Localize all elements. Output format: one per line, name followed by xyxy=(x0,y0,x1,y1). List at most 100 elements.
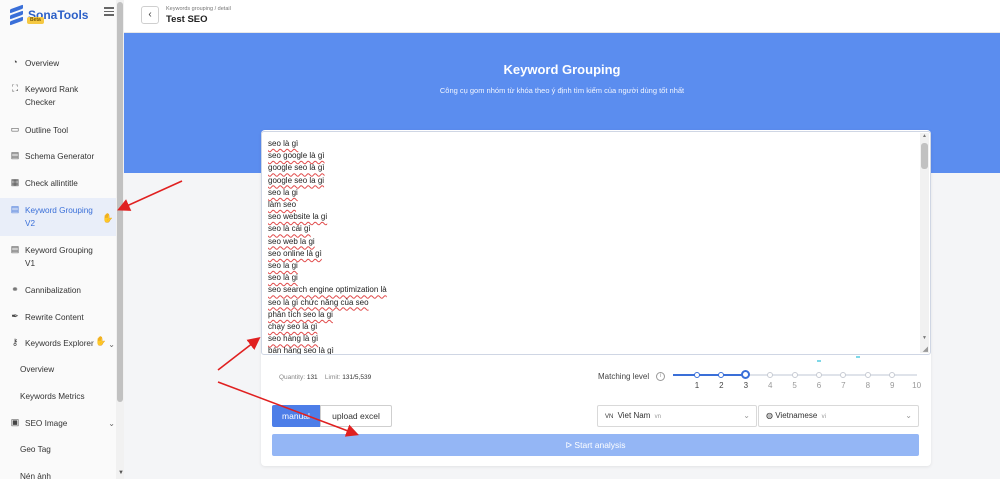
sidebar-item-label: Schema Generator xyxy=(25,152,95,161)
keyword-line: seo website la gi xyxy=(268,212,328,222)
limit-label: Limit: xyxy=(324,374,341,381)
sidebar-item-label: Check allintitle xyxy=(25,179,78,188)
chevron-left-icon: ‹ xyxy=(148,9,152,20)
scroll-down-icon[interactable]: ▼ xyxy=(118,470,124,476)
keyword-line: seo là cái gì xyxy=(268,224,311,234)
slider-tick-label: 5 xyxy=(792,381,797,390)
sidebar-subitem-geo-tag[interactable]: Geo Tag xyxy=(0,444,116,456)
breadcrumb[interactable]: Keywords grouping / detail xyxy=(166,6,231,12)
gauge-icon: ◔ xyxy=(12,57,18,67)
slider-mark xyxy=(856,356,860,358)
sidebar-subitem-overview[interactable]: Overview xyxy=(0,364,116,376)
sidebar-item-label: Rewrite Content xyxy=(25,313,84,322)
keyword-line: bán hàng seo là gì xyxy=(268,346,334,355)
info-icon[interactable]: i xyxy=(656,372,665,381)
scrollbar-thumb[interactable] xyxy=(921,143,928,169)
sidebar-item-label: Cannibalization xyxy=(25,286,81,295)
keyword-line: chạy seo là gì xyxy=(268,322,318,332)
chevron-down-icon[interactable]: ⌄ xyxy=(108,419,115,428)
sidebar-subitem-keywords-metrics[interactable]: Keywords Metrics xyxy=(0,391,116,403)
slider-step-dot[interactable] xyxy=(816,372,822,378)
sidebar-item-rewrite-content[interactable]: ✒ Rewrite Content xyxy=(0,311,116,324)
outline-icon: ▭ xyxy=(10,124,20,134)
sidebar-item-label: Keyword Rank Checker xyxy=(25,85,79,107)
network-icon: ⚭ xyxy=(11,284,19,294)
slider-fill xyxy=(673,374,746,376)
keyword-line: seo là gì xyxy=(268,139,299,148)
slider-tick-label: 1 xyxy=(694,381,700,390)
country-code: vn xyxy=(654,414,661,420)
textarea-scrollbar[interactable]: ▲ ▼ xyxy=(920,133,929,353)
keyword-line: seo la gi xyxy=(268,187,298,197)
pen-icon: ✒ xyxy=(11,311,19,321)
manual-input-button[interactable]: manual xyxy=(272,405,320,427)
slider-step-dot[interactable] xyxy=(791,372,798,378)
keywords-list: seo là gì seo google là gì google seo là g… xyxy=(268,138,387,355)
slider-handle[interactable] xyxy=(741,370,750,379)
quantity-label: Quantity: xyxy=(279,374,306,381)
language-select[interactable]: ◍ Vietnamese vi ⌄ xyxy=(758,405,919,427)
sidebar-item-schema-generator[interactable]: ▤ Schema Generator xyxy=(0,150,116,163)
slider-tick-label: 4 xyxy=(767,381,773,390)
key-icon: ⚷ xyxy=(11,337,19,347)
scrollbar-thumb[interactable] xyxy=(117,2,123,402)
sidebar-item-check-allintitle[interactable]: ▦ Check allintitle xyxy=(0,177,116,190)
back-button[interactable]: ‹ xyxy=(141,6,159,24)
quantity-value: 131 xyxy=(306,374,318,381)
keyword-line: seo online là gì xyxy=(268,248,322,258)
slider-tick-label: 7 xyxy=(841,381,846,390)
chevron-down-icon: ⌄ xyxy=(905,411,912,420)
slider-tick-label: 9 xyxy=(889,381,895,390)
scroll-up-icon[interactable]: ▲ xyxy=(920,133,929,139)
hand-icon: ✋ xyxy=(102,213,114,223)
top-bar: ‹ Keywords grouping / detail Test SEO xyxy=(124,0,1000,33)
annotation-arrow xyxy=(117,180,183,211)
sidebar-item-overview[interactable]: ◔ Overview xyxy=(0,57,116,70)
menu-toggle-icon[interactable] xyxy=(104,7,114,16)
sitemap-icon: ⛶ xyxy=(11,83,19,93)
country-select[interactable]: VN Viet Nam vn ⌄ xyxy=(597,405,757,427)
keywords-textarea[interactable]: seo là gì seo google là gì google seo là g… xyxy=(261,131,931,355)
slider-tick-label: 10 xyxy=(912,381,922,390)
chevron-down-icon: ⌄ xyxy=(743,411,750,420)
slider-tick-label: 6 xyxy=(816,381,822,390)
sidebar-item-seo-image[interactable]: ▣ SEO Image xyxy=(0,417,116,430)
keyword-line: làm seo xyxy=(268,200,297,210)
keyword-line: google seo là gì xyxy=(268,163,325,173)
sidebar-item-label: Overview xyxy=(25,59,60,68)
sidebar-item-keyword-rank-checker[interactable]: ⛶ Keyword Rank Checker xyxy=(0,83,116,109)
keyword-line: seo là gi xyxy=(268,273,298,283)
matching-level-label: Matching level xyxy=(598,372,650,381)
slider-tick-label: 3 xyxy=(743,381,749,390)
sidebar-item-label: Keyword Grouping V2 xyxy=(25,206,93,228)
slider-tick-label: 2 xyxy=(719,381,724,390)
file-icon: ▤ xyxy=(10,244,20,254)
upload-excel-button[interactable]: upload excel xyxy=(320,405,392,427)
slider-mark xyxy=(817,360,821,362)
hand-icon: ✋ xyxy=(95,336,107,346)
keyword-stats: Quantity: 131 Limit: 131/5,539 xyxy=(279,374,371,381)
language-code: vi xyxy=(821,414,826,420)
slider-step-dot[interactable] xyxy=(864,372,871,378)
keyword-line: seo search engine optimization là xyxy=(268,285,387,295)
scroll-down-icon[interactable]: ▼ xyxy=(920,335,929,341)
logo[interactable]: SonaTools xyxy=(10,4,88,26)
sidebar-subitem-nen-anh[interactable]: Nén ảnh xyxy=(0,471,116,479)
keyword-line: seo là gì chức năng của seo xyxy=(268,297,369,307)
sidebar-item-cannibalization[interactable]: ⚭ Cannibalization xyxy=(0,284,116,297)
start-analysis-button[interactable]: ᐅ Start analysis xyxy=(272,434,919,456)
page-title: Test SEO xyxy=(166,14,208,25)
keyword-line: phân tích seo la gi xyxy=(268,309,333,319)
sidebar-item-outline-tool[interactable]: ▭ Outline Tool xyxy=(0,124,116,137)
slider-step-dot[interactable] xyxy=(694,372,700,378)
country-flag-code: VN xyxy=(605,414,614,420)
sidebar-item-keyword-grouping-v2[interactable]: ▤ Keyword Grouping V2 xyxy=(0,198,116,236)
sidebar-item-label: Keyword Grouping V1 xyxy=(25,246,93,268)
chevron-down-icon[interactable]: ⌄ xyxy=(108,340,115,349)
sidebar-scrollbar[interactable] xyxy=(116,0,124,479)
sidebar-item-keyword-grouping-v1[interactable]: ▤ Keyword Grouping V1 xyxy=(0,244,116,270)
resize-handle-icon[interactable]: ◢ xyxy=(923,345,928,353)
slider-tick-label: 8 xyxy=(865,381,871,390)
sidebar: SonaTools Beta ◔ Overview ⛶ Keyword Rank… xyxy=(0,0,124,479)
keyword-line: seo hàng là gì xyxy=(268,334,319,344)
